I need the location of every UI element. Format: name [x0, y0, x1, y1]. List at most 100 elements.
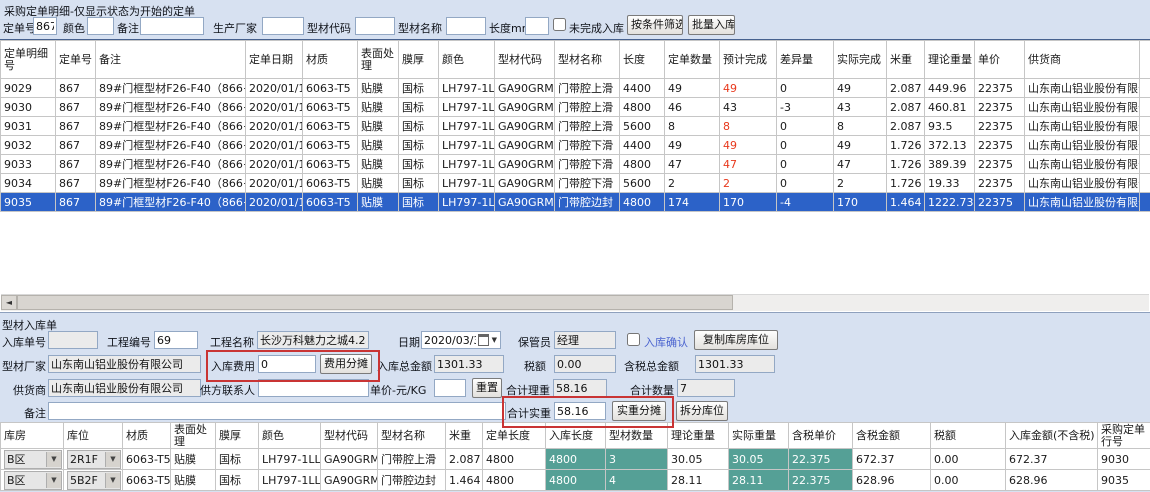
receipt-no-input[interactable]: [48, 331, 98, 349]
order-cell: 门带腔边封: [555, 193, 620, 212]
total-theory-weight-input[interactable]: [553, 379, 607, 397]
location-cell: 30.05: [729, 449, 789, 470]
unfinished-inbound-checkbox[interactable]: [553, 18, 566, 31]
order-cell: 170: [720, 193, 777, 212]
location-row[interactable]: B区▼5B2F▼6063-T5贴膜国标LH797-1LL0GA90GRM05门带…: [1, 470, 1150, 491]
order-row[interactable]: 903486789#门框型材F26-F40（866+867）2020/01/13…: [1, 174, 1150, 193]
order-cell: 47: [720, 155, 777, 174]
factory-input[interactable]: [48, 355, 201, 373]
chevron-down-icon[interactable]: ▼: [105, 452, 120, 467]
order-cell: 国标: [399, 117, 439, 136]
location-cell: 0.00: [931, 449, 1006, 470]
order-row[interactable]: 903286789#门框型材F26-F40（866+867）2020/01/13…: [1, 136, 1150, 155]
filter-length-input[interactable]: [525, 17, 549, 35]
total-quantity-input[interactable]: [677, 379, 735, 397]
order-row[interactable]: 903586789#门框型材F26-F40（866+867）2020/01/13…: [1, 193, 1150, 212]
location-cell: 628.96: [853, 470, 931, 491]
filter-profile-name-input[interactable]: [446, 17, 486, 35]
horizontal-scrollbar[interactable]: ◄: [1, 294, 1149, 311]
supplier-contact-input[interactable]: [258, 379, 369, 397]
order-cell: 山东南山铝业股份有限公司: [1025, 136, 1140, 155]
order-row[interactable]: 903086789#门框型材F26-F40（866+867）2020/01/13…: [1, 98, 1150, 117]
location-column-header: 型材数量: [606, 423, 668, 449]
chevron-down-icon[interactable]: ▼: [105, 473, 120, 488]
location-column-header: 含税金额: [853, 423, 931, 449]
chevron-down-icon[interactable]: ▼: [491, 336, 500, 344]
total-amount-input[interactable]: [434, 355, 504, 373]
copy-location-button[interactable]: 复制库房库位: [694, 330, 778, 350]
location-column-header: 米重: [446, 423, 483, 449]
location-cell: 30.05: [668, 449, 729, 470]
date-input[interactable]: 2020/03/31 ▼: [421, 331, 501, 349]
order-cell: 867: [56, 136, 96, 155]
actual-weight-share-button[interactable]: 实重分摊: [612, 401, 666, 421]
inbound-confirm-checkbox[interactable]: [627, 333, 640, 346]
order-column-header: 定单数量: [665, 41, 720, 79]
supplier-input[interactable]: [48, 379, 201, 397]
location-column-header: 膜厚: [216, 423, 259, 449]
total-theory-weight-label: 合计理重: [506, 382, 550, 398]
order-row[interactable]: 903186789#门框型材F26-F40（866+867）2020/01/13…: [1, 117, 1150, 136]
filter-remark-input[interactable]: [140, 17, 204, 35]
location-column-header: 理论重量: [668, 423, 729, 449]
filter-order-no-input[interactable]: [33, 17, 57, 35]
order-cell: 867: [56, 117, 96, 136]
total-actual-weight-input[interactable]: [554, 402, 606, 420]
batch-inbound-button[interactable]: 批量入库: [688, 15, 735, 35]
order-cell: 47: [665, 155, 720, 174]
filter-manufacturer-input[interactable]: [262, 17, 304, 35]
order-cell: 460.81: [925, 98, 975, 117]
order-column-header: 型材代码: [495, 41, 555, 79]
order-cell: 1.726: [887, 136, 925, 155]
inbound-remark-input[interactable]: [48, 402, 506, 420]
inbound-fee-input[interactable]: [258, 355, 316, 373]
location-cell: 4800: [483, 470, 546, 491]
order-column-header: 单价: [975, 41, 1025, 79]
project-name-input[interactable]: [257, 331, 369, 349]
bin-combo[interactable]: 2R1F▼: [67, 450, 121, 469]
location-cell: 1.464: [446, 470, 483, 491]
filter-by-condition-button[interactable]: 按条件筛选: [627, 15, 683, 35]
location-cell: 628.96: [1006, 470, 1098, 491]
order-column-header: 膜厚: [399, 41, 439, 79]
filter-profile-code-label: 型材代码: [307, 20, 351, 36]
order-cell: LH797-1LL0: [439, 174, 495, 193]
total-with-tax-input[interactable]: [695, 355, 775, 373]
order-cell: GA90GRM03: [495, 117, 555, 136]
order-cell: 6063-T5: [303, 79, 358, 98]
order-column-header: 供货商: [1025, 41, 1140, 79]
location-row[interactable]: B区▼2R1F▼6063-T5贴膜国标LH797-1LL0GA90GRM03门带…: [1, 449, 1150, 470]
warehouse-combo[interactable]: B区▼: [4, 450, 62, 469]
filter-manufacturer-label: 生产厂家: [213, 20, 257, 36]
scrollbar-thumb[interactable]: [17, 295, 733, 310]
order-column-header: 备注: [96, 41, 246, 79]
bin-combo[interactable]: 5B2F▼: [67, 471, 121, 490]
order-column-header: 定单号: [56, 41, 96, 79]
keeper-input[interactable]: [554, 331, 616, 349]
calendar-icon[interactable]: [478, 334, 489, 346]
order-row[interactable]: 902986789#门框型材F26-F40（866+867）2020/01/13…: [1, 79, 1150, 98]
project-no-input[interactable]: [154, 331, 198, 349]
location-cell: 门带腔上滑: [378, 449, 446, 470]
order-column-header: 颜色: [439, 41, 495, 79]
split-location-button[interactable]: 拆分库位: [676, 401, 728, 421]
order-cell: 贴膜: [358, 193, 399, 212]
filter-color-input[interactable]: [87, 17, 114, 35]
order-cell: 89#门框型材F26-F40（866+867）: [96, 79, 246, 98]
combo-value: B区: [7, 472, 26, 488]
location-cell: 9030: [1098, 449, 1150, 470]
reset-button[interactable]: 重置: [472, 378, 502, 398]
order-row[interactable]: 903386789#门框型材F26-F40（866+867）2020/01/13…: [1, 155, 1150, 174]
unit-price-input[interactable]: [434, 379, 466, 397]
tax-input[interactable]: [554, 355, 616, 373]
scroll-left-icon[interactable]: ◄: [1, 295, 17, 310]
filter-profile-code-input[interactable]: [355, 17, 395, 35]
fee-share-button[interactable]: 费用分摊: [320, 354, 372, 374]
chevron-down-icon[interactable]: ▼: [46, 452, 61, 467]
date-value: 2020/03/31: [422, 334, 476, 347]
app-window: 采购定单明细-仅显示状态为开始的定单 定单号 颜色 备注 生产厂家 型材代码 型…: [0, 0, 1150, 492]
warehouse-combo[interactable]: B区 ▼: [4, 471, 62, 490]
supplier-contact-label: 供方联系人: [200, 382, 255, 398]
order-cell: 0: [777, 136, 834, 155]
chevron-down-icon[interactable]: ▼: [46, 473, 61, 488]
